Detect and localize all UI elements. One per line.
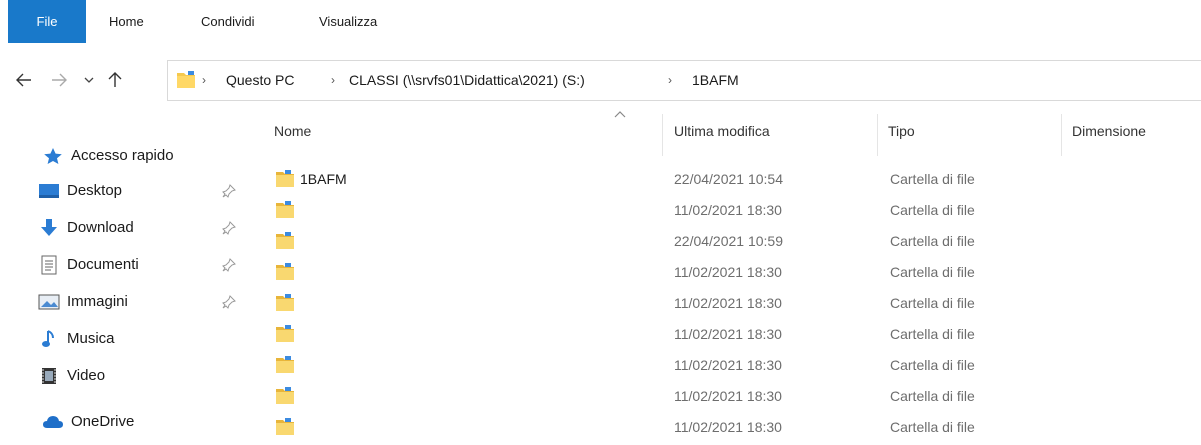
music-icon — [38, 329, 60, 349]
column-header-name[interactable]: Nome — [274, 117, 311, 145]
arrow-up-icon — [108, 72, 122, 87]
sidebar-item-label: Download — [67, 219, 134, 236]
file-modified: 11/02/2021 18:30 — [674, 357, 782, 373]
table-row[interactable]: 1BAFM 22/04/2021 10:54 Cartella di file — [250, 164, 1201, 195]
sidebar-item-label: Documenti — [67, 256, 139, 273]
chevron-down-icon — [84, 77, 94, 83]
column-divider[interactable] — [877, 114, 878, 156]
file-modified: 11/02/2021 18:30 — [674, 419, 782, 435]
file-type: Cartella di file — [890, 171, 975, 187]
video-icon — [38, 366, 60, 386]
arrow-left-icon — [16, 73, 31, 87]
file-type: Cartella di file — [890, 233, 975, 249]
tab-home[interactable]: Home — [109, 0, 144, 43]
up-button[interactable] — [103, 56, 127, 104]
file-modified: 11/02/2021 18:30 — [674, 388, 782, 404]
tab-view[interactable]: Visualizza — [319, 0, 377, 43]
pictures-icon — [38, 292, 60, 312]
breadcrumb-separator: › — [668, 73, 672, 87]
folder-icon — [275, 293, 295, 316]
folder-icon — [275, 262, 295, 285]
ribbon: File Home Condividi Visualizza — [0, 0, 1201, 47]
pin-icon — [222, 184, 236, 198]
file-type: Cartella di file — [890, 419, 975, 435]
forward-button[interactable] — [47, 56, 71, 104]
pin-icon — [222, 295, 236, 309]
navigation-pane: Accesso rapido Desktop Download Document… — [0, 112, 250, 445]
breadcrumb-separator: › — [331, 73, 335, 87]
table-row[interactable]: 11/02/2021 18:30 Cartella di file — [250, 195, 1201, 226]
column-header-size[interactable]: Dimensione — [1072, 117, 1146, 145]
download-icon — [38, 218, 60, 238]
documents-icon — [38, 255, 60, 275]
table-row[interactable]: 11/02/2021 18:30 Cartella di file — [250, 412, 1201, 443]
folder-icon — [275, 231, 295, 254]
address-row: › Questo PC › CLASSI (\\srvfs01\Didattic… — [0, 56, 1201, 104]
file-type: Cartella di file — [890, 388, 975, 404]
star-icon — [42, 146, 64, 166]
arrow-right-icon — [52, 73, 67, 87]
sidebar-item-label: Musica — [67, 330, 115, 347]
back-button[interactable] — [12, 56, 36, 104]
file-type: Cartella di file — [890, 202, 975, 218]
file-list: Nome Ultima modifica Tipo Dimensione 1BA… — [250, 104, 1201, 445]
recent-locations-button[interactable] — [77, 56, 101, 104]
folder-icon — [275, 417, 295, 440]
file-type: Cartella di file — [890, 357, 975, 373]
folder-icon — [275, 355, 295, 378]
address-bar[interactable]: › Questo PC › CLASSI (\\srvfs01\Didattic… — [167, 60, 1201, 101]
table-row[interactable]: 22/04/2021 10:59 Cartella di file — [250, 226, 1201, 257]
file-modified: 11/02/2021 18:30 — [674, 326, 782, 342]
sidebar-item-quick-access[interactable]: Accesso rapido — [0, 139, 250, 173]
folder-icon — [177, 71, 195, 88]
file-modified: 11/02/2021 18:30 — [674, 202, 782, 218]
sidebar-item-download[interactable]: Download — [0, 211, 250, 245]
file-modified: 22/04/2021 10:54 — [674, 171, 783, 187]
pin-icon — [222, 221, 236, 235]
column-divider[interactable] — [1061, 114, 1062, 156]
folder-icon — [275, 386, 295, 409]
pin-icon — [222, 258, 236, 272]
file-modified: 22/04/2021 10:59 — [674, 233, 783, 249]
table-row[interactable]: 11/02/2021 18:30 Cartella di file — [250, 350, 1201, 381]
column-divider[interactable] — [662, 114, 663, 156]
file-type: Cartella di file — [890, 264, 975, 280]
table-row[interactable]: 11/02/2021 18:30 Cartella di file — [250, 288, 1201, 319]
folder-icon — [275, 324, 295, 347]
sidebar-item-label: OneDrive — [71, 413, 135, 430]
sidebar-item-label: Desktop — [67, 182, 123, 199]
breadcrumb-1bafm[interactable]: 1BAFM — [692, 61, 739, 100]
file-type: Cartella di file — [890, 326, 975, 342]
table-row[interactable]: 11/02/2021 18:30 Cartella di file — [250, 319, 1201, 350]
sidebar-item-documenti[interactable]: Documenti — [0, 248, 250, 282]
table-row[interactable]: 11/02/2021 18:30 Cartella di file — [250, 381, 1201, 412]
tab-file[interactable]: File — [8, 0, 86, 43]
column-header-modified[interactable]: Ultima modifica — [674, 117, 770, 145]
file-modified: 11/02/2021 18:30 — [674, 295, 782, 311]
sidebar-item-label: Immagini — [67, 293, 128, 310]
sidebar-item-video[interactable]: Video — [0, 359, 250, 393]
breadcrumb-classi-drive[interactable]: CLASSI (\\srvfs01\Didattica\2021) (S:) — [349, 61, 585, 100]
sidebar-item-label: Accesso rapido — [71, 147, 174, 164]
file-modified: 11/02/2021 18:30 — [674, 264, 782, 280]
folder-icon — [275, 169, 295, 192]
sort-ascending-icon — [614, 111, 626, 118]
folder-icon — [275, 200, 295, 223]
breadcrumb-this-pc[interactable]: Questo PC — [226, 61, 294, 100]
table-row[interactable]: 11/02/2021 18:30 Cartella di file — [250, 257, 1201, 288]
breadcrumb-separator: › — [202, 73, 206, 87]
column-header-type[interactable]: Tipo — [888, 117, 915, 145]
sidebar-item-label: Video — [67, 367, 106, 384]
sidebar-item-desktop[interactable]: Desktop — [0, 174, 250, 208]
tab-share[interactable]: Condividi — [201, 0, 254, 43]
file-type: Cartella di file — [890, 295, 975, 311]
cloud-icon — [42, 412, 64, 432]
sidebar-item-onedrive[interactable]: OneDrive — [0, 405, 250, 439]
sidebar-item-immagini[interactable]: Immagini — [0, 285, 250, 319]
file-name: 1BAFM — [300, 171, 347, 187]
desktop-icon — [38, 181, 60, 201]
sidebar-item-musica[interactable]: Musica — [0, 322, 250, 356]
